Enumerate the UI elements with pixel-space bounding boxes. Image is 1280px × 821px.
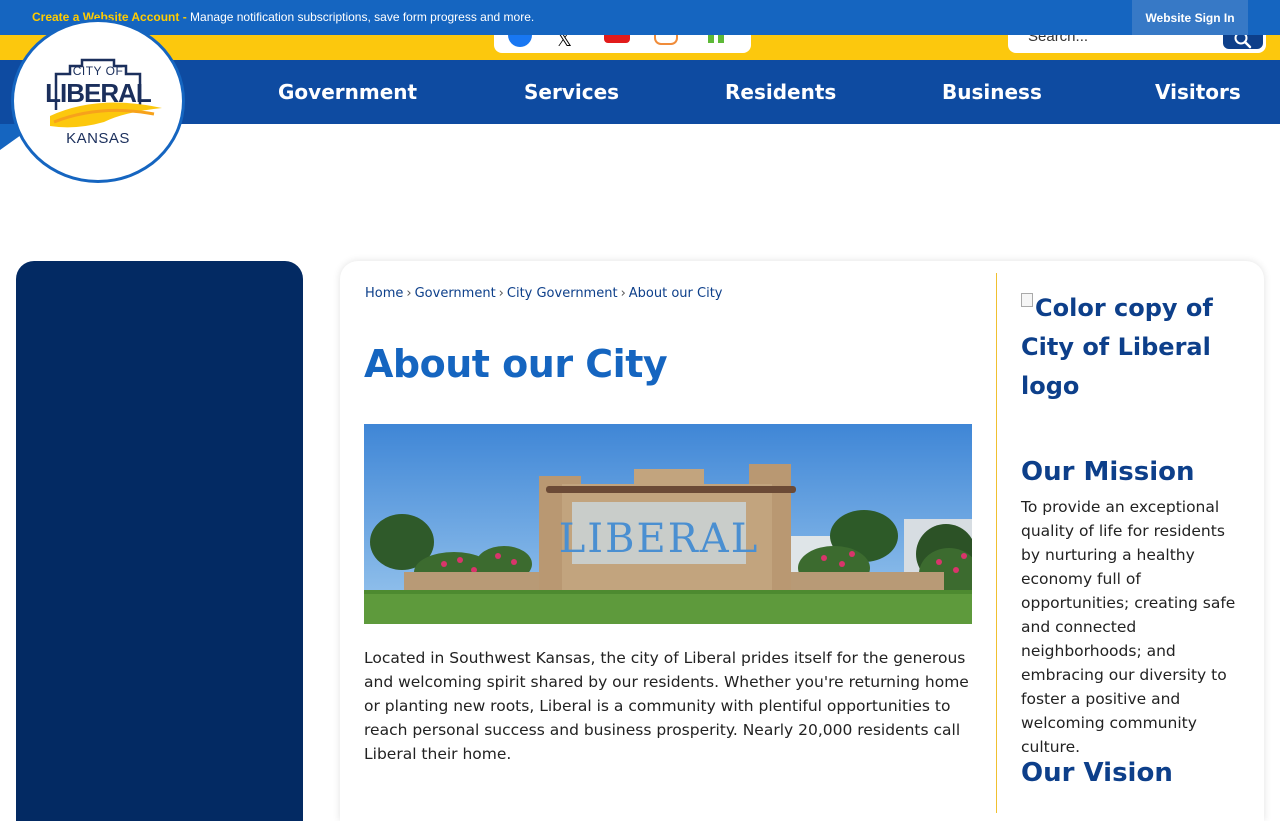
liberal-sign-photo: LIBERAL	[364, 424, 972, 624]
breadcrumb-current[interactable]: About our City	[629, 286, 723, 301]
page-title: About our City	[364, 342, 668, 386]
breadcrumb-government[interactable]: Government	[415, 286, 496, 301]
logo-alt-text: Color copy of City of Liberal logo	[1021, 294, 1213, 400]
mission-heading: Our Mission	[1021, 457, 1195, 487]
search-icon	[1234, 35, 1252, 49]
nav-item-business[interactable]: Business	[942, 60, 1042, 124]
logo-image-alt: Color copy of City of Liberal logo	[1021, 289, 1241, 406]
website-sign-in-button[interactable]: Website Sign In	[1132, 0, 1248, 35]
breadcrumb-city-government[interactable]: City Government	[507, 286, 618, 301]
breadcrumb-separator: ›	[620, 286, 626, 301]
logo-city-of: CITY OF	[72, 64, 124, 78]
logo-liberal: LIBERAL	[45, 78, 152, 108]
search-box	[1008, 35, 1266, 53]
breadcrumb-home[interactable]: Home	[365, 286, 403, 301]
logo-kansas: KANSAS	[66, 130, 130, 147]
nextdoor-icon[interactable]	[706, 35, 728, 43]
instagram-icon[interactable]	[654, 35, 678, 45]
nav-item-services[interactable]: Services	[524, 60, 619, 124]
breadcrumb: Home › Government › City Government › About ou…	[365, 286, 722, 301]
column-divider	[996, 273, 997, 813]
city-logo[interactable]: CITY OF LIBERAL KANSAS	[11, 19, 185, 183]
facebook-icon[interactable]	[508, 35, 532, 47]
notification-bar: Create a Website Account - Manage notifi…	[0, 0, 1280, 35]
social-links: 𝕏	[494, 35, 751, 53]
breadcrumb-separator: ›	[406, 286, 412, 301]
x-icon[interactable]: 𝕏	[556, 35, 580, 49]
mission-text: To provide an exceptional quality of lif…	[1021, 498, 1236, 756]
hero-image: LIBERAL	[364, 424, 972, 624]
left-sidebar	[16, 261, 303, 821]
intro-paragraph: Located in Southwest Kansas, the city of…	[364, 649, 969, 763]
search-button[interactable]	[1223, 35, 1263, 49]
nav-item-residents[interactable]: Residents	[725, 60, 836, 124]
notification-message: Manage notification subscriptions, save …	[190, 10, 535, 24]
vision-heading: Our Vision	[1021, 758, 1173, 788]
main-navigation: Government Services Residents Business V…	[0, 60, 1280, 124]
sign-text: LIBERAL	[559, 516, 760, 562]
broken-image-icon	[1021, 293, 1033, 307]
nav-item-visitors[interactable]: Visitors	[1155, 60, 1241, 124]
youtube-icon[interactable]	[604, 35, 630, 43]
breadcrumb-separator: ›	[498, 286, 504, 301]
search-input[interactable]	[1026, 35, 1220, 47]
nav-item-government[interactable]: Government	[278, 60, 417, 124]
